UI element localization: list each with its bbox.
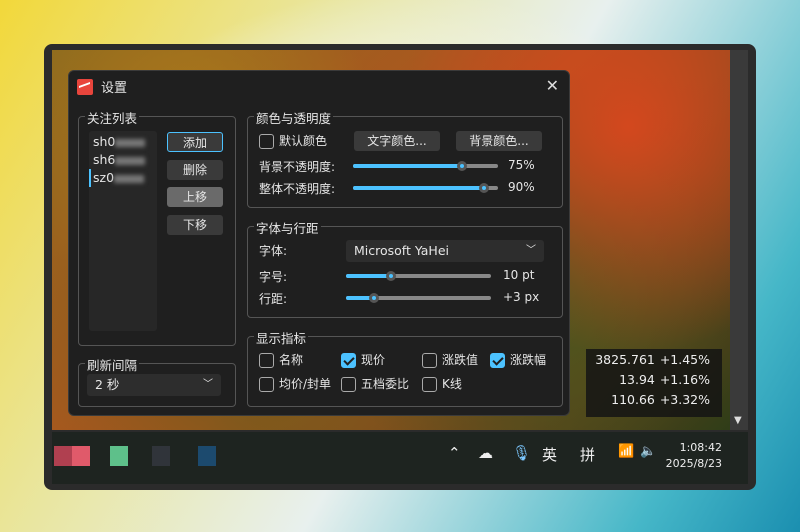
taskbar-app-icon[interactable]	[198, 446, 216, 466]
add-button[interactable]: 添加	[167, 132, 223, 152]
chevron-up-icon[interactable]: ⌃	[448, 444, 461, 462]
bg-opacity-slider[interactable]	[353, 161, 498, 171]
dialog-titlebar: 设置	[77, 77, 127, 96]
checkbox-box[interactable]	[422, 377, 437, 392]
font-value: Microsoft YaHei	[354, 243, 449, 258]
indicator-checkbox[interactable]: 涨跌幅	[490, 351, 546, 368]
checkbox-box[interactable]	[422, 353, 437, 368]
ticker-pct: +1.45%	[659, 351, 710, 367]
font-select[interactable]: Microsoft YaHei ﹀	[346, 240, 544, 262]
list-item[interactable]: sh0	[93, 133, 153, 151]
checkbox-box[interactable]	[490, 353, 505, 368]
font-size-label: 字号:	[259, 270, 288, 284]
ticker-row: 3825.761 +1.45%	[586, 349, 722, 369]
overall-opacity-label: 整体不透明度:	[259, 182, 336, 196]
microphone-icon[interactable]: 🎙	[512, 444, 531, 462]
watchlist-group: 关注列表 sh0 sh6 sz0 添加 删除 上移 下移	[78, 108, 236, 346]
font-label: 字体:	[259, 244, 288, 258]
group-label: 刷新间隔	[85, 355, 140, 374]
checkbox-label: 涨跌幅	[510, 353, 547, 367]
checkbox-label: 名称	[279, 353, 304, 367]
cloud-icon[interactable]: ☁	[478, 444, 493, 462]
bg-opacity-label: 背景不透明度:	[259, 160, 336, 174]
ticker-row: 13.94 +1.16%	[586, 369, 722, 389]
ticker-row: 110.66 +3.32%	[586, 389, 722, 409]
chevron-down-icon: ﹀	[203, 379, 213, 390]
checkbox-label: 现价	[361, 353, 386, 367]
list-item[interactable]: sz0	[89, 169, 153, 187]
wifi-icon[interactable]: 📶	[618, 444, 634, 459]
checkbox-label: 默认颜色	[279, 134, 328, 148]
checkbox-box[interactable]	[259, 134, 274, 149]
ime-english[interactable]: 英	[542, 444, 557, 465]
ticker-value: 3825.761	[595, 351, 655, 367]
clock[interactable]: 1:08:42 2025/8/23	[666, 440, 722, 472]
taskbar-app-icon[interactable]	[110, 446, 128, 466]
checkbox-box[interactable]	[259, 377, 274, 392]
indicator-checkbox[interactable]: 五档委比	[341, 375, 409, 392]
date: 2025/8/23	[665, 457, 722, 470]
dialog-title: 设置	[101, 81, 128, 96]
line-spacing-label: 行距:	[259, 292, 288, 306]
ticker-value: 110.66	[611, 391, 655, 407]
checkbox-label: K线	[442, 377, 462, 391]
stock-code: sh6	[93, 152, 116, 167]
taskbar-app-icon[interactable]	[54, 446, 72, 466]
indicators-group: 显示指标 名称 现价 涨跌值 涨跌幅均价/封单 五档委比 K线	[247, 328, 563, 407]
text-color-button[interactable]: 文字颜色...	[354, 131, 440, 151]
taskbar-app-icon[interactable]	[152, 446, 170, 466]
checkbox-label: 均价/封单	[279, 377, 332, 391]
move-down-button[interactable]: 下移	[167, 215, 223, 235]
refresh-group: 刷新间隔 2 秒 ﹀	[78, 355, 236, 407]
group-label: 字体与行距	[254, 218, 321, 237]
group-label: 颜色与透明度	[254, 108, 334, 127]
bg-color-button[interactable]: 背景颜色...	[456, 131, 542, 151]
refresh-interval-value: 2 秒	[95, 377, 120, 392]
group-label: 关注列表	[85, 108, 140, 127]
ime-pinyin[interactable]: 拼	[580, 444, 595, 465]
refresh-interval-select[interactable]: 2 秒 ﹀	[87, 374, 221, 396]
taskbar: ⌃ ☁ 🎙 英 拼 📶 🔈 1:08:42 2025/8/23	[52, 432, 748, 484]
line-spacing-slider[interactable]	[346, 293, 491, 303]
taskbar-app-icon[interactable]	[72, 446, 90, 466]
settings-dialog: 设置 ✕ 关注列表 sh0 sh6 sz0 添加 删除 上移 下移 刷新间隔 2…	[68, 70, 570, 416]
checkbox-label: 涨跌值	[442, 353, 479, 367]
checkbox-box[interactable]	[341, 353, 356, 368]
chevron-down-icon: ﹀	[526, 245, 536, 256]
default-color-checkbox[interactable]: 默认颜色	[259, 132, 327, 149]
volume-icon[interactable]: 🔈	[640, 444, 656, 459]
ticker-pct: +1.16%	[659, 371, 710, 387]
indicator-checkbox[interactable]: 现价	[341, 351, 385, 368]
app-logo-icon	[77, 78, 93, 95]
ticker-pct: +3.32%	[659, 391, 710, 407]
group-label: 显示指标	[254, 328, 309, 347]
checkbox-label: 五档委比	[361, 377, 410, 391]
checkbox-box[interactable]	[259, 353, 274, 368]
indicator-checkbox[interactable]: K线	[422, 375, 462, 392]
indicator-checkbox[interactable]: 涨跌值	[422, 351, 478, 368]
delete-button[interactable]: 删除	[167, 160, 223, 180]
ticker-value: 13.94	[619, 371, 655, 387]
font-size-slider[interactable]	[346, 271, 491, 281]
indicator-checkbox[interactable]: 名称	[259, 351, 303, 368]
line-spacing-value: +3 px	[503, 290, 540, 304]
overall-opacity-value: 90%	[508, 180, 535, 194]
scrollbar[interactable]: ▼	[730, 50, 748, 430]
indicator-checkbox[interactable]: 均价/封单	[259, 375, 331, 392]
bg-opacity-value: 75%	[508, 158, 535, 172]
move-up-button[interactable]: 上移	[167, 187, 223, 207]
list-item[interactable]: sh6	[93, 151, 153, 169]
watchlist-list[interactable]: sh0 sh6 sz0	[89, 131, 157, 331]
checkbox-box[interactable]	[341, 377, 356, 392]
close-button[interactable]: ✕	[546, 76, 559, 95]
scroll-down-arrow-icon[interactable]: ▼	[734, 415, 742, 426]
stock-code: sz0	[93, 170, 115, 185]
color-opacity-group: 颜色与透明度 默认颜色 文字颜色... 背景颜色... 背景不透明度: 75% …	[247, 108, 563, 208]
font-size-value: 10 pt	[503, 268, 535, 282]
stock-code: sh0	[93, 134, 116, 149]
font-spacing-group: 字体与行距 字体: Microsoft YaHei ﹀ 字号: 10 pt 行距:…	[247, 218, 563, 318]
time: 1:08:42	[679, 441, 722, 454]
stock-ticker-overlay[interactable]: 3825.761 +1.45% 13.94 +1.16% 110.66 +3.32%	[586, 349, 722, 417]
overall-opacity-slider[interactable]	[353, 183, 498, 193]
